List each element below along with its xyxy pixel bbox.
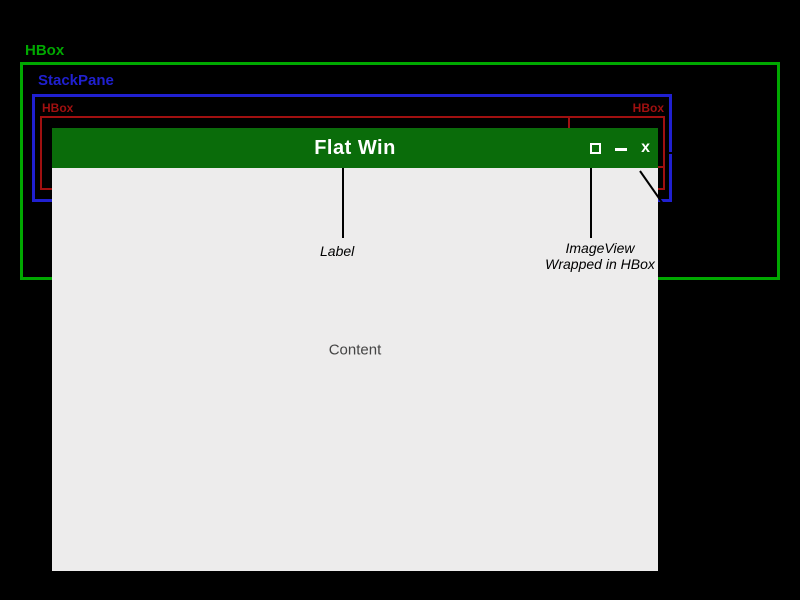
titlebar: Flat Win x: [52, 128, 658, 168]
callout-imageview-line1: ImageView: [565, 240, 634, 256]
hbox-inner1-label: HBox: [42, 101, 73, 115]
minimize-icon[interactable]: [615, 145, 627, 151]
content-text: Content: [329, 341, 382, 358]
stackpane-label: StackPane: [38, 72, 114, 89]
window-controls: x: [590, 128, 650, 168]
maximize-icon[interactable]: [590, 143, 601, 154]
hbox-outer-label: HBox: [25, 42, 64, 59]
callout-imageview-line2: Wrapped in HBox: [545, 256, 655, 272]
window-title: Flat Win: [314, 137, 396, 160]
hbox-inner2-label: HBox: [633, 101, 664, 115]
window-panel: Flat Win x Content: [52, 128, 658, 571]
callout-line-label: [342, 168, 344, 238]
close-icon[interactable]: x: [641, 139, 650, 157]
callout-label-text: Label: [320, 243, 354, 259]
callout-line-imageview: [590, 168, 592, 238]
callout-line-right1: [668, 152, 708, 154]
callout-imageview-text: ImageView Wrapped in HBox: [530, 240, 670, 272]
